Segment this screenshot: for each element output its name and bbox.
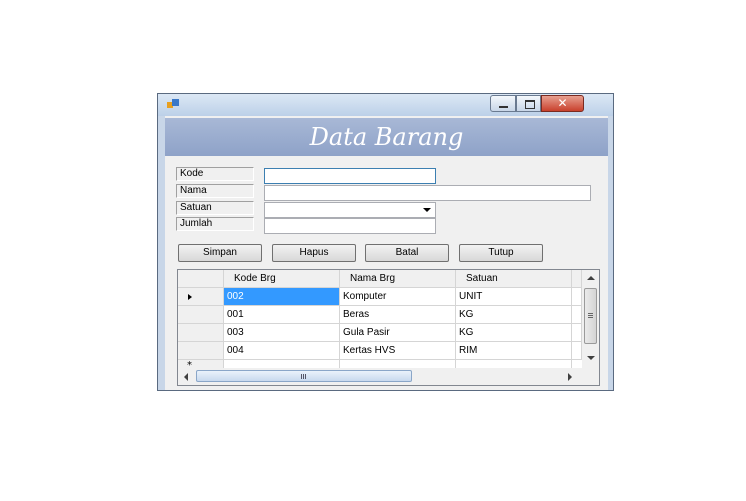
new-row-icon: *: [187, 360, 192, 369]
table-cell[interactable]: Komputer: [340, 288, 456, 306]
table-cell-overflow: [572, 324, 582, 342]
scroll-down-icon[interactable]: [587, 356, 595, 360]
vertical-scroll-thumb[interactable]: [584, 288, 597, 344]
table-cell-overflow: [572, 306, 582, 324]
maximize-button[interactable]: [516, 95, 541, 112]
table-cell[interactable]: Kertas HVS: [340, 342, 456, 360]
app-icon[interactable]: [167, 99, 179, 109]
main-window: ✕ Data Barang Kode Nama Satuan Jumlah Si…: [157, 93, 614, 391]
table-cell[interactable]: UNIT: [456, 288, 572, 306]
hapus-button[interactable]: Hapus: [272, 244, 356, 262]
page-title: Data Barang: [309, 123, 464, 151]
new-row-cell[interactable]: [340, 360, 456, 368]
table-cell-overflow: [572, 342, 582, 360]
row-header[interactable]: [178, 342, 224, 360]
close-icon: ✕: [557, 96, 568, 110]
table-cell[interactable]: KG: [456, 324, 572, 342]
column-header-kode[interactable]: Kode Brg: [224, 270, 340, 288]
new-row-cell[interactable]: [456, 360, 572, 368]
kode-label: Kode: [176, 167, 254, 181]
data-grid[interactable]: Kode Brg Nama Brg Satuan 002 Komputer UN…: [177, 269, 600, 386]
satuan-select[interactable]: [264, 202, 436, 218]
scroll-left-icon[interactable]: [184, 373, 188, 381]
row-header[interactable]: [178, 288, 224, 306]
row-header[interactable]: [178, 306, 224, 324]
column-header-nama[interactable]: Nama Brg: [340, 270, 456, 288]
table-cell[interactable]: Gula Pasir: [340, 324, 456, 342]
satuan-label: Satuan: [176, 201, 254, 215]
table-cell[interactable]: Beras: [340, 306, 456, 324]
simpan-button[interactable]: Simpan: [178, 244, 262, 262]
window-frame-left: [158, 116, 165, 390]
table-cell[interactable]: 003: [224, 324, 340, 342]
nama-input[interactable]: [264, 185, 591, 201]
scroll-right-icon[interactable]: [568, 373, 572, 381]
table-cell[interactable]: 002: [224, 288, 340, 306]
jumlah-input[interactable]: [264, 218, 436, 234]
column-header-overflow: [572, 270, 582, 288]
scroll-up-icon[interactable]: [587, 276, 595, 280]
header-banner: Data Barang: [165, 118, 608, 156]
kode-input[interactable]: [264, 168, 436, 184]
table-cell[interactable]: 004: [224, 342, 340, 360]
form-client-area: Data Barang Kode Nama Satuan Jumlah Simp…: [165, 116, 608, 390]
scrollbar-corner: [582, 368, 599, 385]
horizontal-scroll-thumb[interactable]: [196, 370, 412, 382]
vertical-scrollbar[interactable]: [582, 270, 599, 368]
current-row-arrow-icon: [188, 294, 192, 300]
horizontal-scrollbar[interactable]: [178, 368, 582, 385]
new-row-header[interactable]: *: [178, 360, 224, 368]
title-bar[interactable]: ✕: [158, 94, 613, 116]
table-cell[interactable]: KG: [456, 306, 572, 324]
table-cell[interactable]: RIM: [456, 342, 572, 360]
new-row-cell[interactable]: [224, 360, 340, 368]
close-button[interactable]: ✕: [541, 95, 584, 112]
batal-button[interactable]: Batal: [365, 244, 449, 262]
table-cell[interactable]: 001: [224, 306, 340, 324]
row-header[interactable]: [178, 324, 224, 342]
grid-corner-header: [178, 270, 224, 288]
chevron-down-icon[interactable]: [423, 208, 431, 212]
jumlah-label: Jumlah: [176, 217, 254, 231]
tutup-button[interactable]: Tutup: [459, 244, 543, 262]
nama-label: Nama: [176, 184, 254, 198]
table-cell-overflow: [572, 288, 582, 306]
minimize-button[interactable]: [490, 95, 516, 112]
column-header-satuan[interactable]: Satuan: [456, 270, 572, 288]
